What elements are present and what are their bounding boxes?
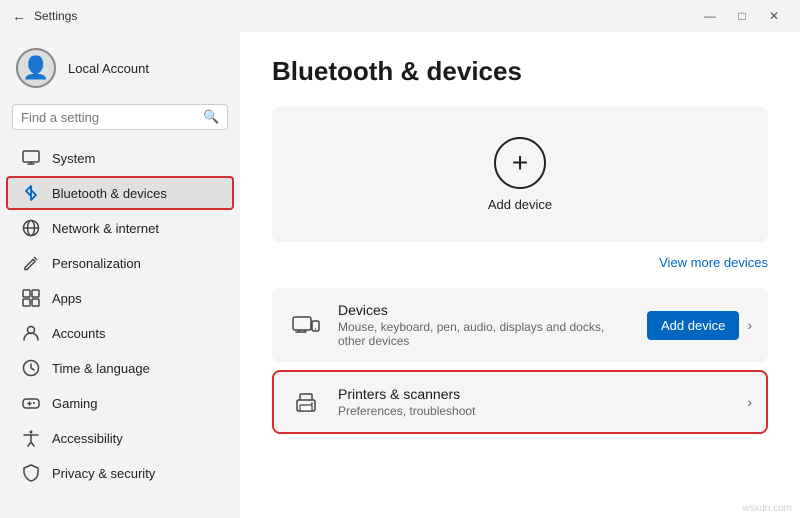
- devices-chevron-icon: ›: [747, 317, 752, 333]
- personalization-icon: [22, 254, 40, 272]
- devices-row-title: Devices: [338, 302, 633, 318]
- main-content: 👤 Local Account 🔍 System: [0, 32, 800, 518]
- user-profile[interactable]: 👤 Local Account: [0, 40, 240, 100]
- sidebar-item-system[interactable]: System: [6, 141, 234, 175]
- nav-list: System Bluetooth & devices Network & int…: [0, 140, 240, 491]
- sidebar-item-accounts[interactable]: Accounts: [6, 316, 234, 350]
- sidebar-label-gaming: Gaming: [52, 396, 98, 411]
- printers-row-text: Printers & scanners Preferences, trouble…: [338, 386, 733, 418]
- sidebar-item-apps[interactable]: Apps: [6, 281, 234, 315]
- page-title: Bluetooth & devices: [272, 56, 768, 87]
- devices-add-button[interactable]: Add device: [647, 311, 739, 340]
- sidebar-item-privacy[interactable]: Privacy & security: [6, 456, 234, 490]
- sidebar-item-personalization[interactable]: Personalization: [6, 246, 234, 280]
- sidebar-label-system: System: [52, 151, 95, 166]
- minimize-button[interactable]: —: [696, 6, 724, 26]
- search-box[interactable]: 🔍: [12, 104, 228, 130]
- sidebar-label-personalization: Personalization: [52, 256, 141, 271]
- user-name: Local Account: [68, 61, 149, 76]
- back-icon[interactable]: ←: [12, 8, 26, 24]
- sidebar-label-apps: Apps: [52, 291, 82, 306]
- gaming-icon: [22, 394, 40, 412]
- devices-row[interactable]: Devices Mouse, keyboard, pen, audio, dis…: [272, 288, 768, 362]
- devices-row-action: Add device ›: [647, 311, 752, 340]
- app-title: Settings: [34, 9, 77, 23]
- sidebar-item-time[interactable]: Time & language: [6, 351, 234, 385]
- sidebar-label-time: Time & language: [52, 361, 150, 376]
- user-icon: 👤: [22, 55, 49, 81]
- sidebar-item-bluetooth[interactable]: Bluetooth & devices: [6, 176, 234, 210]
- add-device-card[interactable]: + Add device: [272, 107, 768, 242]
- sidebar-label-privacy: Privacy & security: [52, 466, 155, 481]
- sidebar-label-network: Network & internet: [52, 221, 159, 236]
- printers-chevron-icon: ›: [747, 394, 752, 410]
- printers-row-subtitle: Preferences, troubleshoot: [338, 404, 733, 418]
- printers-icon: [288, 384, 324, 420]
- watermark: wsxdn.com: [742, 503, 792, 514]
- sidebar-item-accessibility[interactable]: Accessibility: [6, 421, 234, 455]
- time-icon: [22, 359, 40, 377]
- search-input[interactable]: [21, 110, 197, 125]
- sidebar-label-bluetooth: Bluetooth & devices: [52, 186, 167, 201]
- maximize-button[interactable]: □: [728, 6, 756, 26]
- devices-row-text: Devices Mouse, keyboard, pen, audio, dis…: [338, 302, 633, 348]
- bluetooth-icon: [22, 184, 40, 202]
- sidebar-label-accessibility: Accessibility: [52, 431, 123, 446]
- sidebar-item-network[interactable]: Network & internet: [6, 211, 234, 245]
- view-more-link[interactable]: View more devices: [272, 254, 768, 272]
- add-device-label: Add device: [488, 197, 552, 212]
- add-device-plus-icon: +: [494, 137, 546, 189]
- sidebar-item-gaming[interactable]: Gaming: [6, 386, 234, 420]
- content-area: Bluetooth & devices + Add device View mo…: [240, 32, 800, 518]
- view-more-anchor[interactable]: View more devices: [659, 255, 768, 270]
- apps-icon: [22, 289, 40, 307]
- printers-row-action: ›: [747, 394, 752, 410]
- accessibility-icon: [22, 429, 40, 447]
- network-icon: [22, 219, 40, 237]
- devices-row-subtitle: Mouse, keyboard, pen, audio, displays an…: [338, 320, 633, 348]
- search-icon: 🔍: [203, 109, 219, 125]
- sidebar-label-accounts: Accounts: [52, 326, 105, 341]
- window-controls: — □ ✕: [696, 6, 788, 26]
- devices-icon: [288, 307, 324, 343]
- printers-row[interactable]: Printers & scanners Preferences, trouble…: [272, 370, 768, 434]
- avatar: 👤: [16, 48, 56, 88]
- system-icon: [22, 149, 40, 167]
- close-button[interactable]: ✕: [760, 6, 788, 26]
- sidebar: 👤 Local Account 🔍 System: [0, 32, 240, 518]
- printers-row-title: Printers & scanners: [338, 386, 733, 402]
- accounts-icon: [22, 324, 40, 342]
- title-bar: ← Settings — □ ✕: [0, 0, 800, 32]
- privacy-icon: [22, 464, 40, 482]
